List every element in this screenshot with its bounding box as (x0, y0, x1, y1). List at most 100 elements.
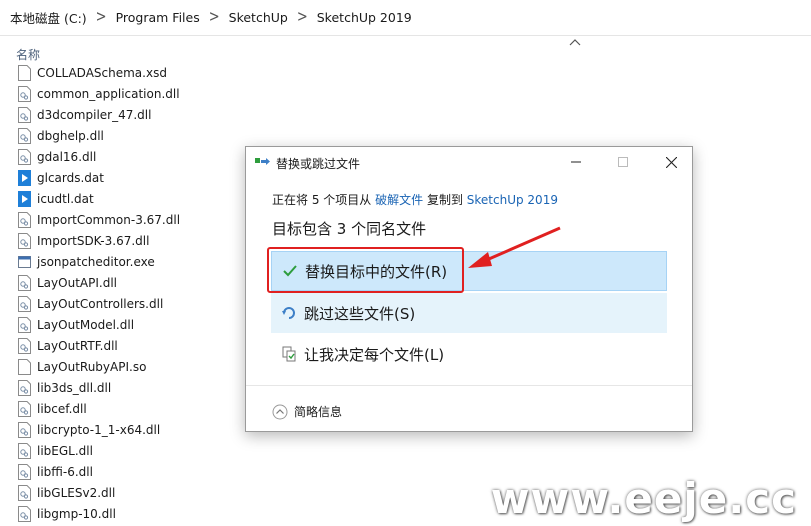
dll-icon (18, 106, 31, 123)
file-name: LayOutControllers.dll (37, 296, 164, 311)
dll-icon (18, 484, 31, 501)
file-row[interactable]: gdal16.dll (18, 146, 248, 167)
watermark: www.eeje.cc (490, 474, 797, 523)
file-row[interactable]: libcrypto-1_1-x64.dll (18, 419, 248, 440)
file-row[interactable]: lib3ds_dll.dll (18, 377, 248, 398)
breadcrumb-sketchup-2019[interactable]: SketchUp 2019 (317, 10, 412, 25)
chevron-right-icon[interactable]: > (209, 9, 220, 27)
maximize-icon (618, 157, 628, 167)
minimize-button[interactable] (561, 151, 591, 173)
file-row[interactable]: icudtl.dat (18, 188, 248, 209)
breadcrumb-drive[interactable]: 本地磁盘 (C:) (10, 8, 87, 27)
close-button[interactable] (656, 151, 686, 173)
file-row[interactable]: LayOutModel.dll (18, 314, 248, 335)
file-name: libEGL.dll (37, 443, 93, 458)
details-toggle-button[interactable]: 简略信息 (272, 403, 342, 420)
dll-icon (18, 148, 31, 165)
dll-icon (18, 400, 31, 417)
file-row[interactable]: d3dcompiler_47.dll (18, 104, 248, 125)
close-icon (665, 156, 677, 168)
sort-ascending-icon (569, 39, 581, 46)
checkmark-icon (281, 262, 299, 280)
column-header-name[interactable]: 名称 (16, 46, 40, 63)
file-name: libcef.dll (37, 401, 87, 416)
dll-icon (18, 463, 31, 480)
file-row[interactable]: libgmp-10.dll (18, 503, 248, 524)
skip-files-option[interactable]: 跳过这些文件(S) (271, 293, 667, 333)
skip-files-label: 跳过这些文件(S) (304, 304, 416, 323)
file-row[interactable]: libEGL.dll (18, 440, 248, 461)
replace-or-skip-dialog: 替换或跳过文件 正在将 5 个项目从 破解文件 复制到 SketchUp 201… (245, 146, 693, 432)
document-icon (18, 358, 31, 375)
progress-prefix: 正在将 5 个项目从 (272, 193, 372, 207)
chevron-right-icon[interactable]: > (96, 9, 107, 27)
annotation-arrow-icon (468, 226, 561, 268)
breadcrumb-sketchup[interactable]: SketchUp (229, 10, 288, 25)
file-name: LayOutRTF.dll (37, 338, 118, 353)
file-list: COLLADASchema.xsd common_application.dlld… (18, 62, 248, 524)
file-name: common_application.dll (37, 86, 180, 101)
file-row[interactable]: ImportSDK-3.67.dll (18, 230, 248, 251)
dll-icon (18, 421, 31, 438)
destination-folder-link[interactable]: SketchUp 2019 (467, 193, 558, 207)
dll-icon (18, 211, 31, 228)
file-row[interactable]: COLLADASchema.xsd (18, 62, 248, 83)
maximize-button[interactable] (608, 151, 638, 173)
source-folder-link[interactable]: 破解文件 (375, 193, 423, 207)
dll-icon (18, 127, 31, 144)
exe-icon (18, 254, 31, 270)
file-name: lib3ds_dll.dll (37, 380, 112, 395)
file-row[interactable]: LayOutAPI.dll (18, 272, 248, 293)
file-row[interactable]: libffi-6.dll (18, 461, 248, 482)
dll-icon (18, 274, 31, 291)
file-name: libgmp-10.dll (37, 506, 116, 521)
file-name: gdal16.dll (37, 149, 97, 164)
breadcrumb-program-files[interactable]: Program Files (116, 10, 200, 25)
file-row[interactable]: dbghelp.dll (18, 125, 248, 146)
dll-icon (18, 85, 31, 102)
dll-icon (18, 232, 31, 249)
file-transfer-icon (255, 158, 270, 165)
decide-icon (280, 345, 298, 363)
file-name: d3dcompiler_47.dll (37, 107, 152, 122)
file-name: libcrypto-1_1-x64.dll (37, 422, 161, 437)
dat-icon (18, 190, 31, 207)
skip-icon (280, 304, 298, 322)
file-name: COLLADASchema.xsd (37, 65, 167, 80)
file-name: libGLESv2.dll (37, 485, 116, 500)
file-name: glcards.dat (37, 170, 104, 185)
dat-icon (18, 169, 31, 186)
dll-icon (18, 337, 31, 354)
file-name: LayOutAPI.dll (37, 275, 117, 290)
file-row[interactable]: common_application.dll (18, 83, 248, 104)
file-row[interactable]: libcef.dll (18, 398, 248, 419)
file-name: dbghelp.dll (37, 128, 104, 143)
dll-icon (18, 316, 31, 333)
replace-files-label: 替换目标中的文件(R) (305, 262, 448, 281)
document-icon (18, 64, 31, 81)
decide-each-file-label: 让我决定每个文件(L) (304, 345, 445, 364)
decide-each-file-option[interactable]: 让我决定每个文件(L) (271, 334, 667, 374)
chevron-up-circle-icon (272, 404, 288, 419)
file-row[interactable]: ImportCommon-3.67.dll (18, 209, 248, 230)
details-label: 简略信息 (294, 405, 343, 419)
file-row[interactable]: LayOutRubyAPI.so (18, 356, 248, 377)
chevron-right-icon[interactable]: > (297, 9, 308, 27)
dll-icon (18, 379, 31, 396)
file-row[interactable]: jsonpatcheditor.exe (18, 251, 248, 272)
file-row[interactable]: libGLESv2.dll (18, 482, 248, 503)
progress-text: 正在将 5 个项目从 破解文件 复制到 SketchUp 2019 (272, 191, 558, 208)
file-row[interactable]: glcards.dat (18, 167, 248, 188)
progress-middle: 复制到 (426, 193, 463, 207)
dialog-title: 替换或跳过文件 (276, 157, 361, 171)
dll-icon (18, 442, 31, 459)
address-bar[interactable]: 本地磁盘 (C:) > Program Files > SketchUp > S… (0, 0, 811, 36)
file-name: jsonpatcheditor.exe (37, 254, 155, 269)
file-name: LayOutRubyAPI.so (37, 359, 147, 374)
file-row[interactable]: LayOutRTF.dll (18, 335, 248, 356)
conflict-message: 目标包含 3 个同名文件 (272, 220, 427, 238)
file-row[interactable]: LayOutControllers.dll (18, 293, 248, 314)
dialog-titlebar[interactable]: 替换或跳过文件 (246, 147, 692, 177)
dll-icon (18, 505, 31, 522)
file-name: LayOutModel.dll (37, 317, 135, 332)
